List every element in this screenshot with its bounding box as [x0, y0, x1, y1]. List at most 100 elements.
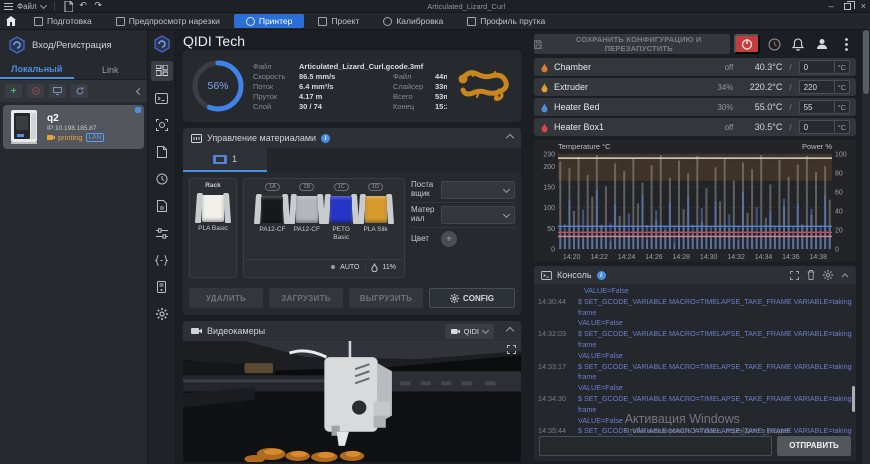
- remove-device-button[interactable]: [27, 84, 44, 98]
- expand-icon[interactable]: [790, 271, 799, 280]
- tab-filament-profile[interactable]: Профиль прутка: [455, 13, 557, 29]
- dashboard-icon[interactable]: [151, 61, 173, 81]
- login-link[interactable]: Вход/Регистрация: [32, 40, 112, 51]
- print-status-card: 56% Файл Articulated_Lizard_Curl.gcode.3…: [183, 50, 521, 122]
- collapse-console-icon[interactable]: [841, 273, 849, 278]
- chevron-down-icon[interactable]: [40, 1, 47, 8]
- console-settings-icon[interactable]: [823, 270, 833, 280]
- tab-calibration[interactable]: Калибровка: [371, 13, 455, 29]
- box1-target-input[interactable]: [799, 120, 835, 134]
- monitor-devices-button[interactable]: [49, 84, 66, 98]
- tab-printer[interactable]: Принтер: [234, 14, 305, 28]
- svg-text:20: 20: [835, 228, 843, 235]
- svg-text:14:22: 14:22: [590, 254, 608, 261]
- rack-slot[interactable]: Rack PLA Basic: [189, 178, 237, 278]
- collapse-sidebar-button[interactable]: [137, 86, 142, 96]
- materials-box-tab-1[interactable]: 1: [183, 148, 267, 172]
- scan-icon[interactable]: [151, 115, 173, 135]
- log-entry: 14:34:30$ SET_GCODE_VARIABLE MACRO=TIMEL…: [538, 394, 852, 426]
- log-entry: 14:32:03$ SET_GCODE_VARIABLE MACRO=TIMEL…: [538, 329, 852, 361]
- svg-text:0: 0: [835, 247, 839, 254]
- macros-icon[interactable]: [151, 250, 173, 270]
- extruder-target-input[interactable]: [799, 80, 835, 94]
- flame-icon: [540, 82, 549, 93]
- unload-button[interactable]: ВЫГРУЗИТЬ: [349, 288, 423, 308]
- gcode-command-input[interactable]: [539, 436, 772, 456]
- vendor-select[interactable]: [441, 181, 515, 199]
- notifications-bell-icon[interactable]: [788, 34, 808, 54]
- tab-link-devices[interactable]: Link: [74, 60, 148, 79]
- rack-material-name: PLA Basic: [198, 225, 228, 233]
- more-menu-icon[interactable]: [836, 34, 856, 54]
- collapse-materials-button[interactable]: [506, 134, 514, 142]
- slot-1c[interactable]: 1C PETG Basic: [324, 182, 358, 259]
- slot-1b[interactable]: 1B PA12-CF: [290, 182, 324, 259]
- progress-percent: 56%: [191, 59, 245, 113]
- save-config-restart-button[interactable]: СОХРАНИТЬ КОНФИГУРАЦИЮ И ПЕРЕЗАПУСТИТЬ: [534, 34, 730, 54]
- info-icon[interactable]: i: [597, 271, 606, 280]
- cameras-section: Видеокамеры QIDI: [183, 321, 521, 462]
- tab-preview[interactable]: Предпросмотр нарезки: [104, 13, 232, 29]
- info-icon[interactable]: i: [321, 134, 330, 143]
- fullscreen-icon[interactable]: [507, 345, 516, 354]
- tab-prepare[interactable]: Подготовка: [22, 13, 104, 29]
- refresh-devices-button[interactable]: [71, 84, 88, 98]
- user-icon[interactable]: [812, 34, 832, 54]
- emergency-stop-button[interactable]: [734, 34, 760, 54]
- config-button[interactable]: CONFIG: [429, 288, 515, 308]
- menu-icon[interactable]: [4, 3, 13, 10]
- vendor-label: Поставщик: [411, 181, 437, 199]
- tune-icon[interactable]: [151, 223, 173, 243]
- device-status: printing: [58, 133, 83, 142]
- file-icon[interactable]: [151, 142, 173, 162]
- minimize-button[interactable]: –: [829, 2, 834, 11]
- calibration-icon: [383, 17, 392, 26]
- restart-icon[interactable]: [764, 34, 784, 54]
- new-project-icon[interactable]: [63, 1, 74, 12]
- undo-icon[interactable]: ↶: [78, 1, 89, 12]
- redo-icon[interactable]: ↷: [93, 1, 104, 12]
- settings-gear-icon[interactable]: [151, 304, 173, 324]
- restore-button[interactable]: [844, 3, 851, 10]
- add-device-button[interactable]: +: [5, 84, 22, 98]
- bed-target-input[interactable]: [799, 100, 835, 114]
- tab-local-devices[interactable]: Локальный: [0, 60, 74, 79]
- flame-icon: [540, 62, 549, 73]
- camera-source-select[interactable]: QIDI: [445, 324, 494, 339]
- window-scrollbar[interactable]: [862, 30, 870, 464]
- load-button[interactable]: ЗАГРУЗИТЬ: [269, 288, 343, 308]
- material-select[interactable]: [441, 206, 515, 224]
- material-fields: Поставщик Материал Цвет +: [411, 178, 515, 278]
- console-log[interactable]: VALUE=False 14:30:44$ SET_GCODE_VARIABLE…: [534, 284, 856, 435]
- device-card-q2[interactable]: q2 IP:10.198.185.87 printing LAN: [3, 105, 144, 149]
- machine-icon[interactable]: [151, 277, 173, 297]
- window-title: Articulated_Lizard_Curl: [104, 2, 829, 11]
- history-icon[interactable]: [151, 169, 173, 189]
- delete-button[interactable]: УДАЛИТЬ: [189, 288, 263, 308]
- scrollbar-thumb[interactable]: [863, 30, 869, 94]
- trash-icon[interactable]: [807, 270, 815, 280]
- printer-control-panel: СОХРАНИТЬ КОНФИГУРАЦИЮ И ПЕРЕЗАПУСТИТЬ: [528, 30, 862, 464]
- gcode-file-icon[interactable]: [151, 196, 173, 216]
- file-menu[interactable]: Файл: [17, 2, 37, 11]
- print-file-name: Articulated_Lizard_Curl.gcode.3mf: [299, 62, 447, 71]
- console-scrollbar[interactable]: [852, 386, 855, 412]
- camera-small-icon: [451, 328, 460, 335]
- tab-project[interactable]: Проект: [306, 13, 371, 29]
- humidity-value: 11%: [383, 264, 397, 271]
- console-section: Консоль i VALUE=False 14:30:44$ SET_GCOD…: [534, 266, 856, 461]
- home-button[interactable]: [0, 13, 22, 29]
- divider: [54, 2, 55, 11]
- chamber-target-input[interactable]: [799, 60, 835, 74]
- slot-1a[interactable]: 1A PA12-CF: [255, 182, 289, 259]
- selected-badge: [135, 107, 141, 113]
- svg-text:Temperature °C: Temperature °C: [558, 142, 611, 151]
- collapse-cameras-button[interactable]: [506, 327, 514, 335]
- send-button[interactable]: ОТПРАВИТЬ: [777, 436, 851, 456]
- close-button[interactable]: ×: [861, 2, 866, 11]
- terminal-icon[interactable]: [151, 88, 173, 108]
- printer-icon: [246, 17, 255, 26]
- color-picker[interactable]: +: [441, 231, 457, 247]
- svg-text:100: 100: [543, 205, 555, 212]
- slot-1d[interactable]: 1D PLA Silk: [358, 182, 392, 259]
